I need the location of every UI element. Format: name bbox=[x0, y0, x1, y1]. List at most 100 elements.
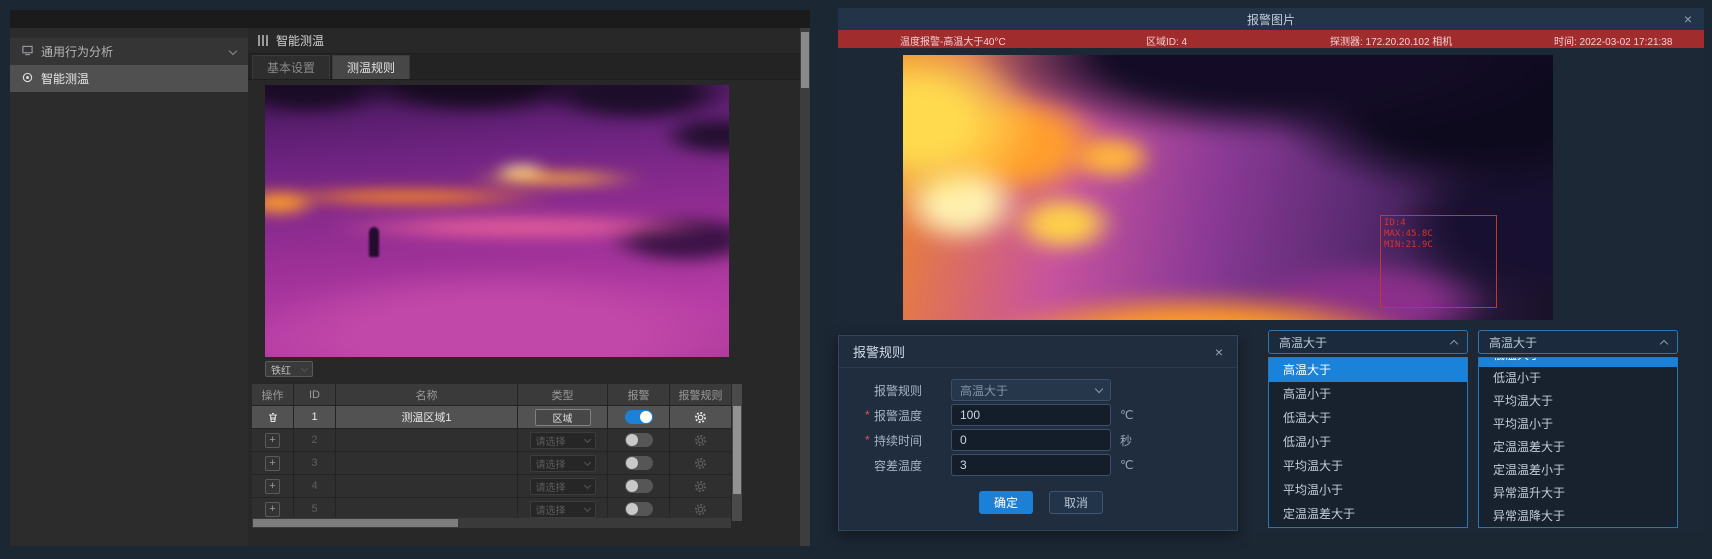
dropdown-option[interactable]: 高温大于 bbox=[1269, 358, 1467, 382]
rule-settings-gear-icon bbox=[694, 457, 707, 470]
dropdown-option[interactable]: 低温大于 bbox=[1479, 357, 1677, 367]
unit-label: ℃ bbox=[1120, 408, 1133, 422]
row-name bbox=[336, 475, 518, 497]
pedestrian-silhouette bbox=[369, 227, 379, 257]
col-header-rule: 报警规则 bbox=[670, 384, 731, 405]
row-name bbox=[336, 429, 518, 451]
tab-bar: 基本设置 测温规则 bbox=[248, 54, 810, 80]
dropdown-option[interactable]: 异常温降大于 bbox=[1479, 505, 1677, 528]
alarm-message: 温度报警-高温大于40°C bbox=[900, 33, 1006, 48]
row-id: 1 bbox=[294, 406, 336, 428]
alarm-temperature-input[interactable] bbox=[951, 404, 1111, 426]
required-asterisk: * bbox=[865, 433, 874, 447]
table-scrollbar[interactable] bbox=[732, 384, 742, 521]
horizontal-scrollbar[interactable] bbox=[252, 518, 731, 528]
form-row-rule: 报警规则 高温大于 bbox=[865, 378, 1217, 402]
table-row[interactable]: 1 测温区域1 区域 bbox=[252, 406, 731, 429]
table-row[interactable]: + 2 请选择 bbox=[252, 429, 731, 452]
dropdown-option[interactable]: 低温大于 bbox=[1269, 406, 1467, 430]
table-row[interactable]: + 4 请选择 bbox=[252, 475, 731, 498]
type-select-disabled: 请选择 bbox=[530, 432, 596, 449]
row-name bbox=[336, 498, 518, 520]
smart-thermometry-icon bbox=[22, 72, 33, 86]
delete-row-button[interactable] bbox=[267, 411, 279, 424]
col-header-id: ID bbox=[294, 384, 336, 405]
thermal-gradient bbox=[265, 85, 729, 357]
col-header-type: 类型 bbox=[518, 384, 608, 405]
cancel-button[interactable]: 取消 bbox=[1049, 491, 1103, 514]
chevron-down-icon bbox=[1095, 385, 1103, 393]
dropdown-option[interactable]: 高温小于 bbox=[1269, 382, 1467, 406]
panel-header: 智能测温 bbox=[248, 28, 810, 54]
tab-basic-settings[interactable]: 基本设置 bbox=[252, 55, 330, 79]
alarm-rule-dropdown-left: 高温大于 高温大于 高温小于 低温大于 低温小于 平均温大于 平均温小于 定温温… bbox=[1268, 330, 1468, 528]
dropdown-option[interactable]: 定温温差大于 bbox=[1479, 436, 1677, 459]
annotation-max: MAX:45.8C bbox=[1384, 229, 1433, 240]
window-title: 报警图片 bbox=[1247, 11, 1295, 28]
sidebar-item-behavior-analysis[interactable]: 通用行为分析 bbox=[10, 38, 248, 65]
add-region-icon[interactable]: + bbox=[265, 479, 280, 494]
alarm-toggle[interactable] bbox=[625, 456, 653, 470]
col-header-op: 操作 bbox=[252, 384, 294, 405]
rules-table: 操作 ID 名称 类型 报警 报警规则 1 测温区域1 区域 bbox=[252, 384, 731, 521]
dialog-buttons: 确定 取消 bbox=[865, 491, 1217, 514]
alarm-toggle[interactable] bbox=[625, 479, 653, 493]
row-id: 2 bbox=[294, 429, 336, 451]
alarm-rule-dropdown-right: 高温大于 低温大于 低温小于 平均温大于 平均温小于 定温温差大于 定温温差小于… bbox=[1478, 330, 1678, 528]
confirm-button[interactable]: 确定 bbox=[979, 491, 1033, 514]
dropdown-select[interactable]: 高温大于 bbox=[1478, 330, 1678, 354]
alarm-time: 时间: 2022-03-02 17:21:38 bbox=[1554, 33, 1672, 48]
tolerance-input[interactable] bbox=[951, 454, 1111, 476]
panel-title: 智能测温 bbox=[276, 32, 324, 49]
field-label: 持续时间 bbox=[874, 432, 922, 449]
add-region-icon[interactable]: + bbox=[265, 456, 280, 471]
row-id: 3 bbox=[294, 452, 336, 474]
row-id: 4 bbox=[294, 475, 336, 497]
dropdown-option[interactable]: 定温温差大于 bbox=[1269, 502, 1467, 526]
dialog-title: 报警规则 bbox=[853, 342, 905, 361]
tab-thermometry-rules[interactable]: 测温规则 bbox=[332, 55, 410, 79]
add-region-icon[interactable]: + bbox=[265, 433, 280, 448]
alarm-thermal-image: ID:4 MAX:45.8C MIN:21.9C bbox=[903, 55, 1553, 320]
close-icon[interactable]: × bbox=[1684, 12, 1692, 26]
field-label: 报警温度 bbox=[874, 407, 922, 424]
close-icon[interactable]: × bbox=[1215, 345, 1223, 359]
dropdown-value: 高温大于 bbox=[1489, 334, 1537, 351]
rule-settings-gear-icon[interactable] bbox=[694, 411, 707, 424]
annotation-min: MIN:21.9C bbox=[1384, 240, 1433, 251]
dropdown-option[interactable]: 平均温大于 bbox=[1479, 390, 1677, 413]
alarm-rule-dialog: 报警规则 × 报警规则 高温大于 *报警温度 ℃ *持续时间 秒 容差温度 ℃ … bbox=[838, 335, 1238, 531]
annotation-id: ID:4 bbox=[1384, 218, 1433, 229]
sidebar-item-smart-thermometry[interactable]: 智能测温 bbox=[10, 65, 248, 92]
dropdown-option[interactable]: 平均温小于 bbox=[1269, 478, 1467, 502]
dropdown-option[interactable]: 平均温小于 bbox=[1479, 413, 1677, 436]
add-region-icon[interactable]: + bbox=[265, 502, 280, 517]
dropdown-option[interactable]: 定温温差小于 bbox=[1269, 526, 1467, 528]
sidebar-item-label: 智能测温 bbox=[41, 70, 89, 87]
vertical-scrollbar[interactable] bbox=[800, 28, 810, 546]
dropdown-option[interactable]: 异常温升大于 bbox=[1479, 482, 1677, 505]
dropdown-option[interactable]: 平均温大于 bbox=[1269, 454, 1467, 478]
alarm-toggle[interactable] bbox=[625, 433, 653, 447]
rule-settings-gear-icon bbox=[694, 434, 707, 447]
dropdown-option[interactable]: 低温小于 bbox=[1479, 367, 1677, 390]
dropdown-options-list: 高温大于 高温小于 低温大于 低温小于 平均温大于 平均温小于 定温温差大于 定… bbox=[1268, 357, 1468, 528]
dropdown-option[interactable]: 定温温差小于 bbox=[1479, 459, 1677, 482]
dialog-body: 报警规则 高温大于 *报警温度 ℃ *持续时间 秒 容差温度 ℃ 确定 取消 bbox=[839, 368, 1237, 514]
alarm-toggle[interactable] bbox=[625, 502, 653, 516]
dropdown-select[interactable]: 高温大于 bbox=[1268, 330, 1468, 354]
region-type-button[interactable]: 区域 bbox=[535, 409, 591, 426]
alarm-region-id: 区域ID: 4 bbox=[1146, 33, 1187, 48]
rule-type-select[interactable]: 高温大于 bbox=[951, 379, 1111, 401]
required-asterisk: * bbox=[865, 408, 874, 422]
behavior-analysis-icon bbox=[22, 45, 33, 59]
duration-input[interactable] bbox=[951, 429, 1111, 451]
dropdown-option[interactable]: 低温小于 bbox=[1269, 430, 1467, 454]
unit-label: ℃ bbox=[1120, 458, 1133, 472]
sidebar: 通用行为分析 智能测温 bbox=[10, 28, 248, 546]
alarm-toggle[interactable] bbox=[625, 410, 653, 424]
type-select-disabled: 请选择 bbox=[530, 501, 596, 518]
palette-select[interactable]: 铁红 bbox=[265, 361, 313, 377]
table-row[interactable]: + 3 请选择 bbox=[252, 452, 731, 475]
field-label: 报警规则 bbox=[874, 382, 922, 399]
